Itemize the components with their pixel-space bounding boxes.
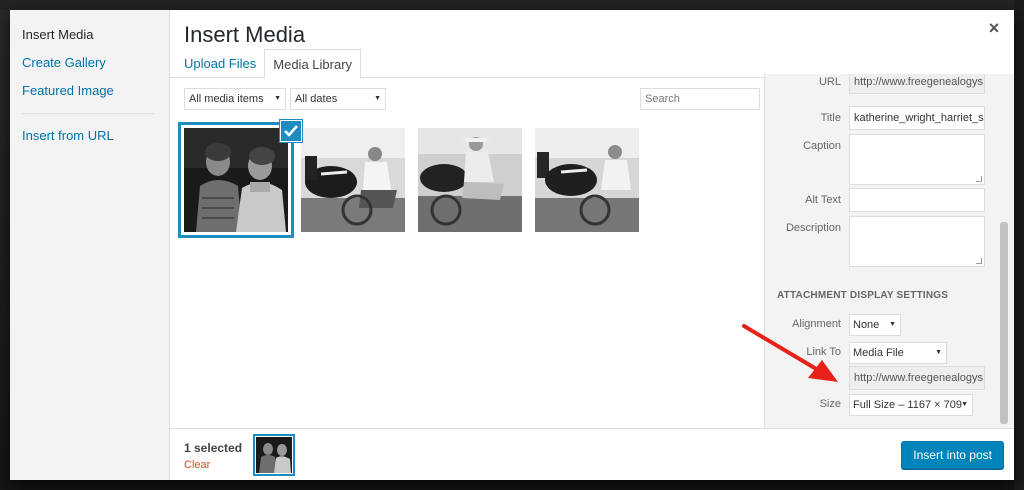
modal-title: Insert Media: [184, 22, 306, 47]
size-label: Size: [819, 398, 841, 410]
title-label: Title: [820, 112, 841, 124]
photo-thumbnail-horse-cart-two: [535, 128, 639, 232]
photo-mini-two-women: [256, 437, 292, 473]
search-input[interactable]: [640, 88, 760, 110]
selected-attachment-mini-thumbnail[interactable]: [256, 437, 292, 473]
alignment-label: Alignment: [792, 318, 841, 330]
caption-textarea[interactable]: [849, 134, 985, 185]
menu-item-insert-media[interactable]: Insert Media: [10, 21, 169, 49]
photo-thumbnail-horse-cart: [301, 128, 405, 232]
link-to-select[interactable]: Media File ▼: [849, 342, 947, 364]
attachments-grid: [184, 120, 764, 368]
attachment-thumbnail[interactable]: [184, 128, 288, 232]
clear-selection-link[interactable]: Clear: [184, 459, 210, 471]
attachment-thumbnail[interactable]: [418, 128, 522, 232]
attachment-details-sidebar: URL http://www.freegenealogys Title kath…: [764, 74, 1014, 428]
media-type-filter-value: All media items: [189, 93, 264, 105]
media-frame-toolbar: 1 selected Clear Insert into post: [170, 428, 1014, 480]
alignment-select-value: None: [853, 319, 880, 331]
close-icon[interactable]: ×: [986, 19, 1002, 37]
caption-label: Caption: [803, 140, 841, 152]
url-field[interactable]: http://www.freegenealogys: [849, 74, 985, 94]
media-frame: Insert Media × Upload Files Media Librar…: [170, 10, 1014, 480]
chevron-down-icon: ▼: [274, 95, 281, 102]
resize-handle-icon[interactable]: [976, 258, 982, 264]
backdrop-right-strip: [1014, 0, 1024, 490]
tab-media-library[interactable]: Media Library: [264, 49, 362, 79]
chevron-down-icon: ▼: [961, 401, 968, 408]
alt-text-field[interactable]: [849, 188, 985, 212]
url-label: URL: [818, 76, 841, 88]
link-to-label: Link To: [806, 346, 841, 358]
attachment-thumbnail[interactable]: [301, 128, 405, 232]
chevron-down-icon: ▼: [889, 321, 896, 328]
photo-thumbnail-two-women: [184, 128, 288, 232]
description-textarea[interactable]: [849, 216, 985, 267]
title-field[interactable]: katherine_wright_harriet_s: [849, 106, 985, 130]
menu-item-featured-image[interactable]: Featured Image: [10, 77, 169, 105]
media-menu: Insert Media Create Gallery Featured Ima…: [10, 10, 170, 480]
link-to-select-value: Media File: [853, 347, 904, 359]
display-settings-heading: ATTACHMENT DISPLAY SETTINGS: [777, 290, 949, 301]
menu-item-create-gallery[interactable]: Create Gallery: [10, 49, 169, 77]
chevron-down-icon: ▼: [935, 349, 942, 356]
size-select[interactable]: Full Size – 1167 × 709 ▼: [849, 394, 973, 416]
backdrop-top-strip: [0, 0, 1024, 10]
alt-text-label: Alt Text: [805, 194, 841, 206]
backdrop-bottom-strip: [0, 480, 1024, 490]
description-label: Description: [785, 222, 841, 234]
check-icon[interactable]: [280, 120, 302, 142]
chevron-down-icon: ▼: [374, 95, 381, 102]
size-select-value: Full Size – 1167 × 709: [853, 399, 962, 411]
scrollbar-thumb[interactable]: [1000, 222, 1008, 424]
date-filter[interactable]: All dates ▼: [290, 88, 386, 110]
insert-into-post-button[interactable]: Insert into post: [901, 441, 1004, 469]
media-type-filter[interactable]: All media items ▼: [184, 88, 286, 110]
attachment-thumbnail[interactable]: [535, 128, 639, 232]
alignment-select[interactable]: None ▼: [849, 314, 901, 336]
tab-upload-files[interactable]: Upload Files: [176, 50, 264, 77]
date-filter-value: All dates: [295, 93, 338, 105]
selection-count: 1 selected: [184, 441, 243, 455]
media-modal: Insert Media Create Gallery Featured Ima…: [10, 10, 1014, 480]
sidebar-scrollbar[interactable]: [998, 74, 1010, 428]
resize-handle-icon[interactable]: [976, 176, 982, 182]
link-url-field[interactable]: http://www.freegenealogys: [849, 366, 985, 390]
menu-item-insert-from-url[interactable]: Insert from URL: [10, 122, 169, 150]
photo-thumbnail-man-on-cart: [418, 128, 522, 232]
menu-separator: [22, 113, 154, 114]
attachments-toolbar: All media items ▼ All dates ▼: [184, 88, 764, 114]
